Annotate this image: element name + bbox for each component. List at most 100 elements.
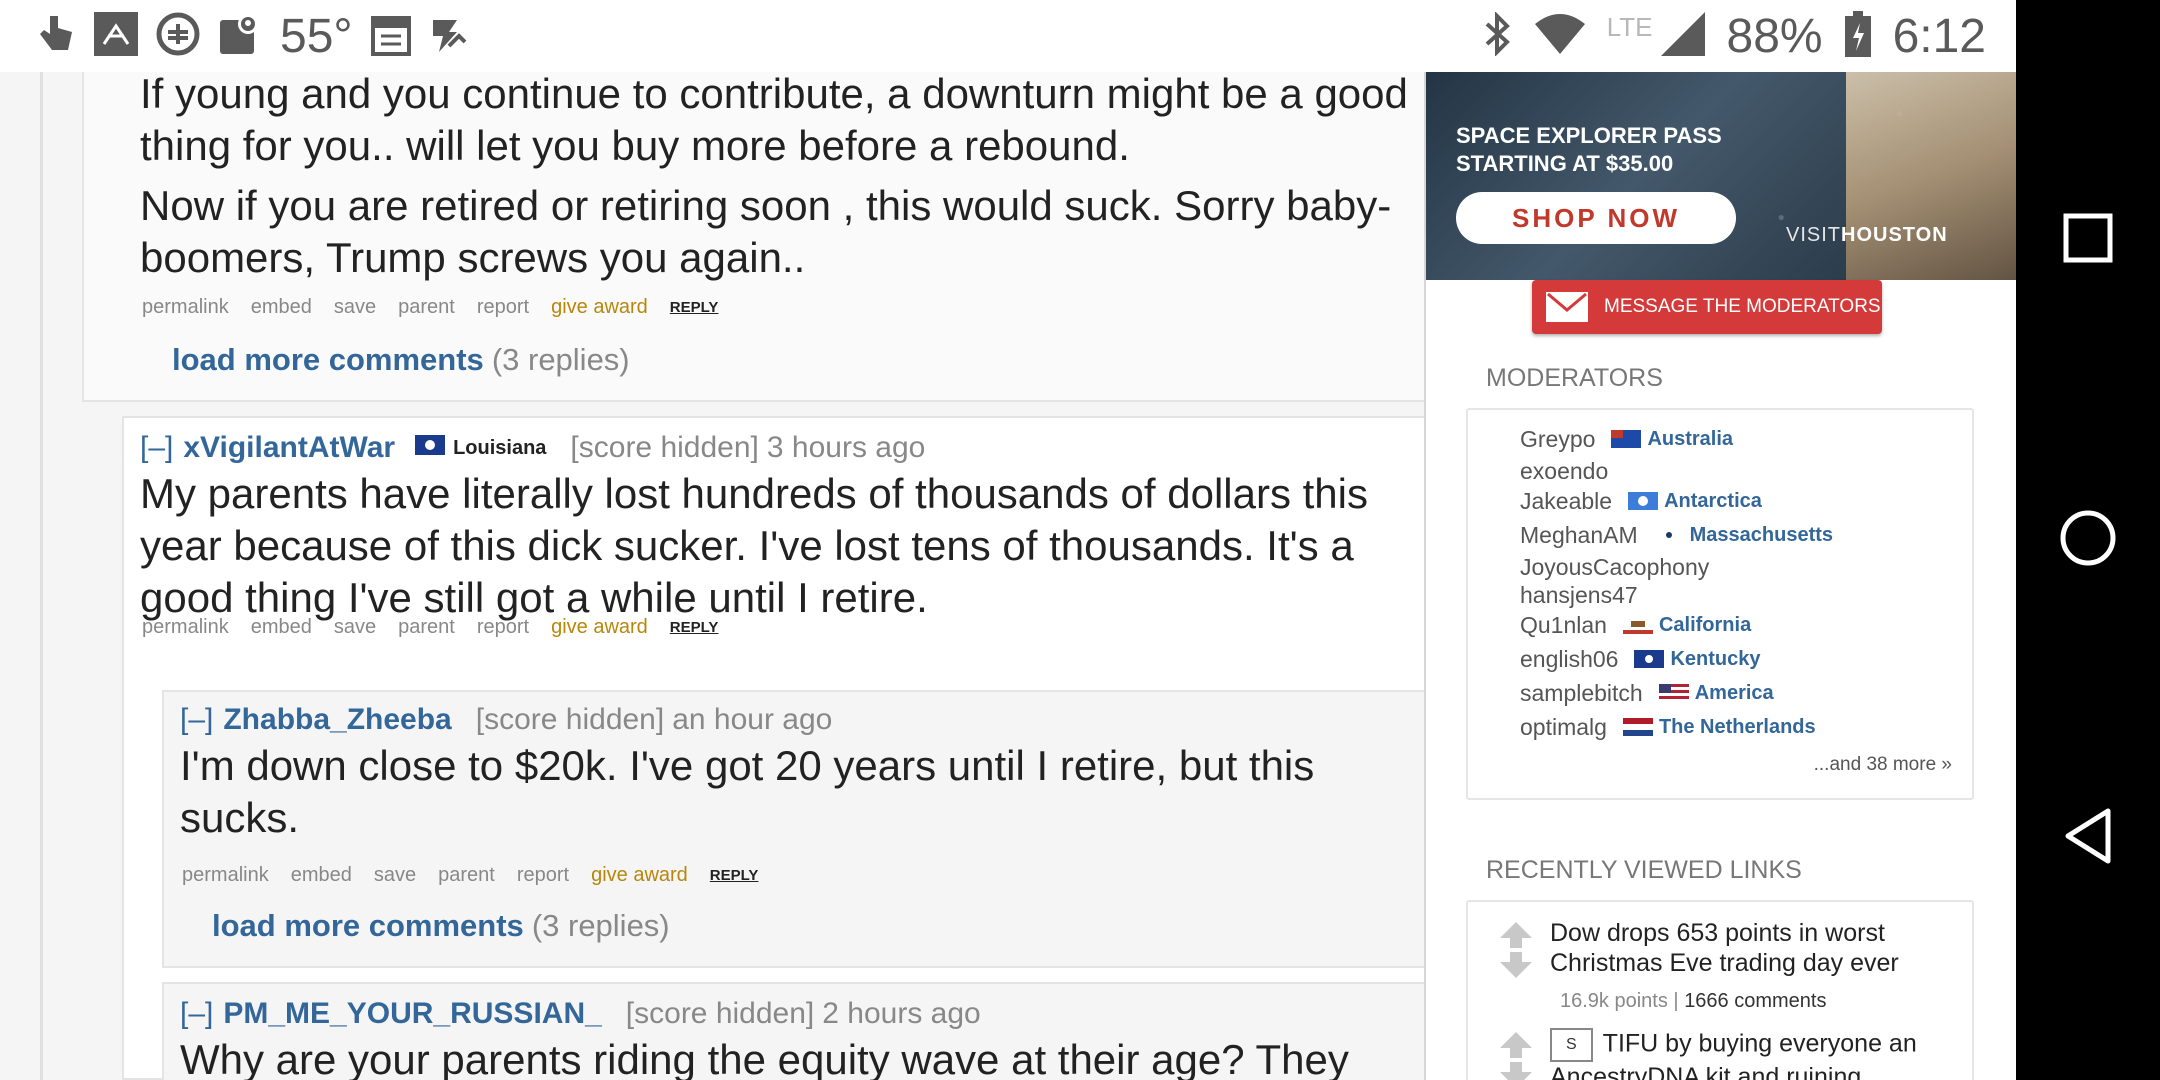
collapse-toggle[interactable]: [–] bbox=[180, 703, 213, 737]
moderator-link[interactable]: Jakeable bbox=[1520, 488, 1612, 515]
report-link[interactable]: report bbox=[517, 864, 569, 887]
permalink-link[interactable]: permalink bbox=[142, 296, 229, 319]
author-link[interactable]: Zhabba_Zheeba bbox=[223, 703, 451, 737]
antarctica-flag-icon bbox=[1628, 492, 1659, 510]
comment-area[interactable]: If young and you continue to contribute,… bbox=[0, 72, 1424, 1080]
flair-text: California bbox=[1658, 613, 1752, 636]
recent-link-item: S TIFU by buying everyone an AncestryDNA … bbox=[1498, 1028, 1958, 1080]
advertisement[interactable]: SPACE EXPLORER PASS STARTING AT $35.00 S… bbox=[1426, 72, 2016, 280]
calendar-icon bbox=[370, 12, 411, 61]
comment-body: I'm down close to $20k. I've got 20 year… bbox=[180, 742, 1315, 841]
score: [score hidden] bbox=[625, 997, 815, 1030]
report-link[interactable]: report bbox=[477, 616, 529, 639]
moderator-link[interactable]: english06 bbox=[1520, 646, 1618, 673]
flair-text: Antarctica bbox=[1664, 489, 1762, 512]
app-icon bbox=[156, 12, 200, 61]
embed-link[interactable]: embed bbox=[251, 616, 312, 639]
message-moderators-button[interactable]: MESSAGE THE MODERATORS bbox=[1532, 280, 1882, 334]
recent-link-title[interactable]: Dow drops 653 points in worst Christmas … bbox=[1550, 918, 1950, 978]
comment-body: If young and you continue to contribute,… bbox=[140, 72, 1408, 169]
collapse-toggle[interactable]: [–] bbox=[180, 997, 213, 1031]
moderator-link[interactable]: MeghanAM bbox=[1520, 522, 1638, 549]
score: [score hidden] bbox=[570, 431, 759, 464]
moderator-row: samplebitch America bbox=[1520, 678, 1774, 708]
moderator-link[interactable]: samplebitch bbox=[1520, 680, 1643, 707]
kentucky-flag-icon bbox=[1634, 650, 1665, 668]
recents-button[interactable] bbox=[2048, 200, 2128, 280]
moderator-link[interactable]: exoendo bbox=[1520, 458, 1608, 485]
moderator-flair: Australia bbox=[1611, 428, 1733, 451]
moderator-link[interactable]: Qu1nlan bbox=[1520, 612, 1607, 639]
moderator-link[interactable]: optimalg bbox=[1520, 714, 1607, 741]
load-more-link[interactable]: load more comments bbox=[212, 908, 524, 944]
moderator-row: JoyousCacophony bbox=[1520, 552, 1709, 582]
parent-link[interactable]: parent bbox=[398, 616, 455, 639]
battery-percent: 88% bbox=[1726, 9, 1823, 63]
give-award-link[interactable]: give award bbox=[591, 864, 688, 887]
parent-link[interactable]: parent bbox=[438, 864, 495, 887]
save-link[interactable]: save bbox=[334, 296, 376, 319]
square-icon bbox=[2063, 213, 2113, 268]
shop-now-button[interactable]: SHOP NOW bbox=[1456, 192, 1736, 244]
comment-body: My parents have literally lost hundreds … bbox=[140, 470, 1368, 621]
save-link[interactable]: save bbox=[374, 864, 416, 887]
moderator-flair: America bbox=[1658, 682, 1774, 705]
save-link[interactable]: save bbox=[334, 616, 376, 639]
points: 16.9k points bbox=[1560, 990, 1668, 1012]
give-award-link[interactable]: give award bbox=[551, 616, 648, 639]
comments-link[interactable]: 1666 comments bbox=[1684, 990, 1826, 1012]
permalink-link[interactable]: permalink bbox=[182, 864, 269, 887]
give-award-link[interactable]: give award bbox=[551, 296, 648, 319]
embed-link[interactable]: embed bbox=[291, 864, 352, 887]
moderator-link[interactable]: JoyousCacophony bbox=[1520, 554, 1709, 581]
more-moderators-link[interactable]: ...and 38 more » bbox=[1814, 754, 1952, 776]
embed-link[interactable]: embed bbox=[251, 296, 312, 319]
flair-text: Australia bbox=[1647, 427, 1734, 450]
self-post-stamp: S bbox=[1550, 1028, 1593, 1062]
moderator-row: exoendo bbox=[1520, 456, 1608, 486]
reply-link[interactable]: REPLY bbox=[670, 299, 719, 316]
vote-arrows-icon[interactable] bbox=[1498, 1030, 1534, 1080]
permalink-link[interactable]: permalink bbox=[142, 616, 229, 639]
moderator-row: hansjens47 bbox=[1520, 580, 1638, 610]
author-link[interactable]: PM_ME_YOUR_RUSSIAN_ bbox=[223, 997, 601, 1031]
news-icon bbox=[94, 11, 138, 61]
moderator-flair: The Netherlands bbox=[1622, 715, 1816, 739]
recently-viewed-heading: RECENTLY VIEWED LINKS bbox=[1486, 856, 1802, 884]
australia-flag-icon bbox=[1611, 430, 1642, 448]
status-right: LTE 88% 6:12 bbox=[1483, 9, 1986, 63]
home-button[interactable] bbox=[2048, 500, 2128, 580]
recent-link-title[interactable]: S TIFU by buying everyone an AncestryDNA … bbox=[1550, 1028, 1970, 1080]
moderator-link[interactable]: Greypo bbox=[1520, 426, 1595, 453]
vote-arrows-icon[interactable] bbox=[1498, 920, 1534, 980]
load-more-link[interactable]: load more comments bbox=[172, 342, 484, 378]
flair-text: The Netherlands bbox=[1658, 715, 1816, 738]
reply-link[interactable]: REPLY bbox=[710, 867, 759, 884]
lte-label: LTE bbox=[1606, 11, 1653, 42]
thread-rail bbox=[40, 72, 43, 1080]
ad-brand-prefix: VISIT bbox=[1786, 224, 1842, 246]
parent-link[interactable]: parent bbox=[398, 296, 455, 319]
comment-tagline: [–] PM_ME_YOUR_RUSSIAN_ [score hidden] 2… bbox=[180, 994, 981, 1034]
status-bar: 55° LTE 88% 6:12 bbox=[0, 0, 2016, 72]
reply-link[interactable]: REPLY bbox=[670, 619, 719, 636]
collapse-toggle[interactable]: [–] bbox=[140, 431, 173, 465]
louisiana-flag-icon bbox=[415, 435, 446, 461]
back-button[interactable] bbox=[2048, 798, 2128, 878]
moderators-heading: MODERATORS bbox=[1486, 364, 1663, 392]
recent-link-meta: 16.9k points | 1666 comments bbox=[1560, 990, 1826, 1013]
bluetooth-icon bbox=[1483, 10, 1513, 61]
moderator-row: Jakeable Antarctica bbox=[1520, 486, 1762, 516]
report-link[interactable]: report bbox=[477, 296, 529, 319]
load-more-count: (3 replies) bbox=[531, 908, 670, 943]
score: [score hidden] bbox=[475, 703, 665, 736]
sidebar: SPACE EXPLORER PASS STARTING AT $35.00 S… bbox=[1424, 72, 2016, 1080]
user-flair: Louisiana bbox=[415, 435, 546, 461]
author-link[interactable]: xVigilantAtWar bbox=[183, 431, 395, 465]
moderator-row: Qu1nlan California bbox=[1520, 610, 1751, 640]
temperature: 55° bbox=[280, 9, 353, 63]
moderator-link[interactable]: hansjens47 bbox=[1520, 582, 1638, 609]
signal-icon bbox=[1660, 11, 1705, 61]
clock: 6:12 bbox=[1892, 9, 1986, 63]
moderator-flair: California bbox=[1622, 613, 1752, 637]
